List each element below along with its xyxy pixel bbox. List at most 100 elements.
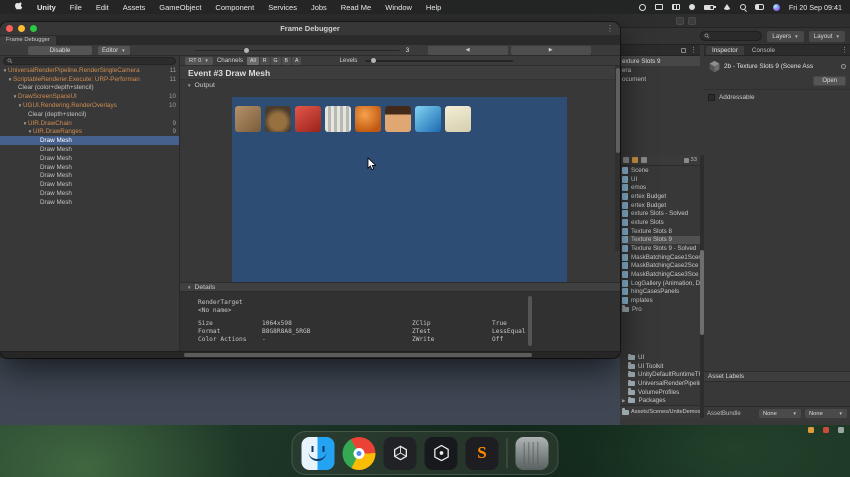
disable-button[interactable]: Disable	[28, 45, 92, 55]
frame-debugger-titlebar[interactable]: Frame Debugger ⋮	[0, 22, 620, 36]
slider-knob[interactable]	[371, 58, 377, 63]
titlebar-icon[interactable]	[676, 17, 684, 25]
panel-menu-icon[interactable]: ⋮	[690, 46, 697, 54]
slider-track[interactable]	[365, 60, 514, 62]
search-icon[interactable]	[641, 157, 647, 163]
chrome-dock-icon[interactable]	[342, 436, 376, 470]
asset-enable-icon[interactable]	[841, 64, 846, 69]
menu-window[interactable]: Window	[378, 3, 419, 12]
channel-g-button[interactable]: G	[270, 56, 281, 65]
texture-thumbnail-face[interactable]	[385, 106, 411, 132]
status-icon[interactable]	[688, 4, 695, 10]
tab-inspector[interactable]: Inspector	[706, 46, 744, 55]
event-row[interactable]: Draw Mesh	[0, 154, 179, 163]
foldout-arrow-icon[interactable]: ▼	[187, 83, 191, 88]
project-item[interactable]: Texture Slots 8	[620, 227, 700, 236]
texture-thumbnail-basketball[interactable]	[355, 106, 381, 132]
texture-thumbnail-crystal[interactable]	[415, 106, 441, 132]
texture-thumbnail-stripes[interactable]	[325, 106, 351, 132]
project-item-selected[interactable]: Texture Slots 9	[620, 235, 700, 245]
channel-all-button[interactable]: All	[246, 56, 259, 65]
status-icon[interactable]	[638, 3, 646, 11]
horizontal-scrollbar[interactable]	[0, 351, 620, 358]
foldout-arrow-icon[interactable]: ▼	[187, 285, 191, 290]
channel-b-button[interactable]: B	[281, 56, 292, 65]
window-menu-icon[interactable]: ⋮	[606, 24, 614, 33]
event-row[interactable]: Draw Mesh	[0, 172, 179, 181]
event-row[interactable]: ▼ UIR.DrawChain 9	[0, 119, 179, 128]
target-dropdown[interactable]: Editor ▼	[98, 45, 130, 55]
spotlight-icon[interactable]	[739, 4, 746, 10]
output-foldout[interactable]: ▼ Output	[180, 80, 620, 90]
layout-dropdown[interactable]: Layout ▼	[808, 30, 845, 42]
texture-thumbnail-paper[interactable]	[445, 106, 471, 132]
event-row[interactable]: ▼ UniversalRenderPipeline.RenderSingleCam…	[0, 66, 179, 75]
event-row[interactable]: ▼ UIR.DrawRanges 9	[0, 128, 179, 137]
unity-editor-dock-icon[interactable]	[424, 436, 458, 470]
channel-r-button[interactable]: R	[259, 56, 270, 65]
event-row[interactable]: ▼ ScriptableRenderer.Execute: URP-Perform…	[0, 75, 179, 84]
menu-edit[interactable]: Edit	[89, 3, 116, 12]
project-item[interactable]: MaskBatchingCase1Scen	[620, 253, 700, 262]
sublime-dock-icon[interactable]: S	[465, 436, 499, 470]
layers-dropdown[interactable]: Layers ▼	[767, 30, 804, 42]
folder-row[interactable]: UI Toolkit	[620, 362, 700, 371]
event-row[interactable]: ▼ UGUI.Rendering.RenderOverlays 10	[0, 101, 179, 110]
keyboard-icon[interactable]	[671, 4, 680, 10]
panel-menu-icon[interactable]: ⋮	[841, 46, 848, 54]
event-row[interactable]: Draw Mesh	[0, 189, 179, 198]
menu-file[interactable]: File	[63, 3, 89, 12]
event-row[interactable]: Draw Mesh	[0, 145, 179, 154]
apple-menu-icon[interactable]	[8, 1, 30, 13]
wifi-icon[interactable]	[722, 4, 731, 10]
slider-knob[interactable]	[243, 47, 249, 53]
addressable-checkbox[interactable]	[708, 94, 715, 101]
project-item[interactable]: ertex Budget	[620, 192, 700, 201]
menu-jobs[interactable]: Jobs	[304, 3, 334, 12]
create-asset-icon[interactable]	[623, 157, 629, 163]
folder-row[interactable]: VolumeProfiles	[620, 388, 700, 397]
project-item[interactable]: LogGallery (Animation, D	[620, 279, 700, 288]
tab-console[interactable]: Console	[746, 46, 781, 55]
event-row[interactable]: Draw Mesh	[0, 198, 179, 207]
project-item[interactable]: Pro	[620, 305, 700, 314]
siri-icon[interactable]	[772, 3, 780, 11]
project-breadcrumb[interactable]: Assets/Scenes/UniteDemos/2b - Texture	[620, 405, 700, 418]
status-red-icon[interactable]	[823, 427, 829, 433]
event-row[interactable]: Draw Mesh	[0, 163, 179, 172]
assetbundle-variant-dropdown[interactable]: None ▼	[805, 409, 847, 418]
folder-row[interactable]: UniversalRenderPipelineGlobalSet	[620, 379, 700, 388]
event-row[interactable]: ▼ DrawScreenSpaceUI 10	[0, 92, 179, 101]
scrollbar-thumb[interactable]	[184, 353, 532, 357]
tab-frame-debugger[interactable]: Frame Debugger	[0, 36, 56, 45]
favorites-icon[interactable]	[632, 157, 638, 163]
slider-track[interactable]	[194, 49, 400, 51]
project-item[interactable]: ertex Budget	[620, 201, 700, 210]
project-item[interactable]: exture Slots - Solved	[620, 209, 700, 218]
lock-icon[interactable]	[681, 47, 686, 53]
project-item[interactable]: MaskBatchingCase2Sce	[620, 262, 700, 271]
event-row[interactable]: Draw Mesh	[0, 180, 179, 189]
hierarchy-item[interactable]: era	[620, 66, 700, 75]
event-row-selected[interactable]: Draw Mesh	[0, 136, 179, 146]
rendertarget-preview[interactable]	[232, 97, 567, 282]
project-item[interactable]: MaskBatchingCase3Sce	[620, 270, 700, 279]
texture-thumbnail-character[interactable]	[265, 106, 291, 132]
foldout-arrow-icon[interactable]: ▶	[622, 398, 625, 404]
status-gray-icon[interactable]	[838, 427, 844, 433]
prev-event-button[interactable]: ◀	[427, 45, 508, 55]
details-scrollbar[interactable]	[528, 296, 532, 346]
project-item[interactable]: mplates	[620, 296, 700, 305]
detail-panel-scrollbar[interactable]	[615, 66, 620, 251]
hierarchy-scene-row[interactable]: exture Slots 9	[620, 56, 700, 66]
texture-thumbnail-leather[interactable]	[235, 106, 261, 132]
menubar-clock[interactable]: Fri 20 Sep 09:41	[789, 3, 842, 12]
folder-row[interactable]: UnityDefaultRuntimeTheme	[620, 370, 700, 380]
unity-hub-dock-icon[interactable]	[383, 436, 417, 470]
levels-slider[interactable]	[365, 56, 514, 65]
next-event-button[interactable]: ▶	[510, 45, 591, 55]
menu-readme[interactable]: Read Me	[334, 3, 378, 12]
event-slider[interactable]	[194, 46, 400, 55]
menu-gameobject[interactable]: GameObject	[152, 3, 208, 12]
hierarchy-item[interactable]: ocument	[620, 75, 700, 84]
